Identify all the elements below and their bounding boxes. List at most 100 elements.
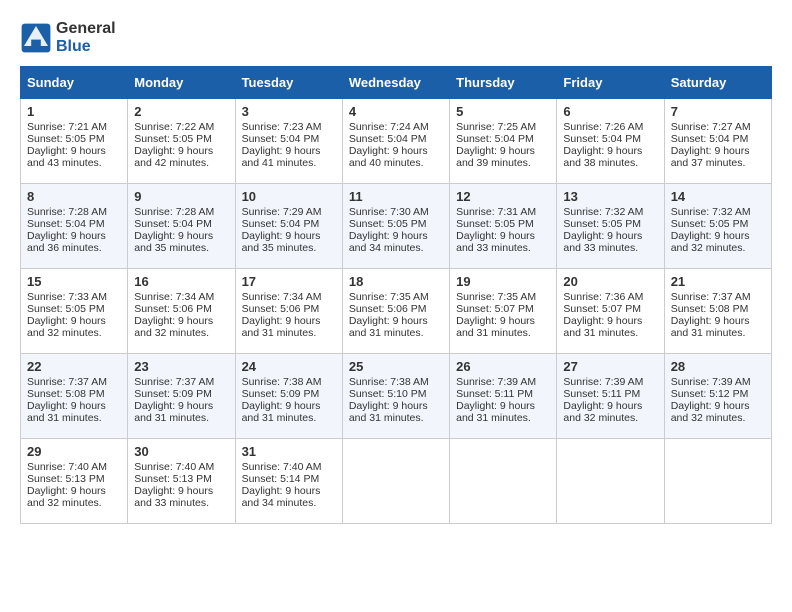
- day-number: 4: [349, 104, 443, 119]
- sunset-text: Sunset: 5:04 PM: [349, 133, 427, 145]
- table-row: 30 Sunrise: 7:40 AM Sunset: 5:13 PM Dayl…: [128, 439, 235, 524]
- daylight-text: Daylight: 9 hours and 32 minutes.: [671, 230, 750, 254]
- day-number: 15: [27, 274, 121, 289]
- table-row: 22 Sunrise: 7:37 AM Sunset: 5:08 PM Dayl…: [21, 354, 128, 439]
- day-number: 29: [27, 444, 121, 459]
- sunrise-text: Sunrise: 7:37 AM: [134, 376, 214, 388]
- day-number: 11: [349, 189, 443, 204]
- table-row: [557, 439, 664, 524]
- sunrise-text: Sunrise: 7:27 AM: [671, 121, 751, 133]
- sunrise-text: Sunrise: 7:37 AM: [671, 291, 751, 303]
- day-number: 23: [134, 359, 228, 374]
- table-row: 12 Sunrise: 7:31 AM Sunset: 5:05 PM Dayl…: [450, 184, 557, 269]
- daylight-text: Daylight: 9 hours and 31 minutes.: [349, 400, 428, 424]
- daylight-text: Daylight: 9 hours and 31 minutes.: [671, 315, 750, 339]
- sunrise-text: Sunrise: 7:35 AM: [349, 291, 429, 303]
- day-number: 12: [456, 189, 550, 204]
- day-number: 21: [671, 274, 765, 289]
- sunset-text: Sunset: 5:06 PM: [242, 303, 320, 315]
- col-tuesday: Tuesday: [235, 67, 342, 99]
- daylight-text: Daylight: 9 hours and 34 minutes.: [242, 485, 321, 509]
- table-row: 5 Sunrise: 7:25 AM Sunset: 5:04 PM Dayli…: [450, 99, 557, 184]
- daylight-text: Daylight: 9 hours and 32 minutes.: [134, 315, 213, 339]
- daylight-text: Daylight: 9 hours and 31 minutes.: [134, 400, 213, 424]
- table-row: 9 Sunrise: 7:28 AM Sunset: 5:04 PM Dayli…: [128, 184, 235, 269]
- sunrise-text: Sunrise: 7:38 AM: [242, 376, 322, 388]
- daylight-text: Daylight: 9 hours and 32 minutes.: [671, 400, 750, 424]
- sunset-text: Sunset: 5:09 PM: [134, 388, 212, 400]
- sunrise-text: Sunrise: 7:32 AM: [563, 206, 643, 218]
- sunrise-text: Sunrise: 7:36 AM: [563, 291, 643, 303]
- day-number: 24: [242, 359, 336, 374]
- day-number: 31: [242, 444, 336, 459]
- calendar-table: Sunday Monday Tuesday Wednesday Thursday…: [20, 66, 772, 524]
- day-number: 8: [27, 189, 121, 204]
- daylight-text: Daylight: 9 hours and 32 minutes.: [27, 485, 106, 509]
- logo-icon: [20, 22, 52, 54]
- sunset-text: Sunset: 5:14 PM: [242, 473, 320, 485]
- table-row: 29 Sunrise: 7:40 AM Sunset: 5:13 PM Dayl…: [21, 439, 128, 524]
- sunrise-text: Sunrise: 7:37 AM: [27, 376, 107, 388]
- sunrise-text: Sunrise: 7:28 AM: [134, 206, 214, 218]
- calendar-row: 22 Sunrise: 7:37 AM Sunset: 5:08 PM Dayl…: [21, 354, 772, 439]
- day-number: 13: [563, 189, 657, 204]
- daylight-text: Daylight: 9 hours and 40 minutes.: [349, 145, 428, 169]
- sunset-text: Sunset: 5:05 PM: [27, 133, 105, 145]
- day-number: 18: [349, 274, 443, 289]
- day-number: 19: [456, 274, 550, 289]
- table-row: [450, 439, 557, 524]
- daylight-text: Daylight: 9 hours and 33 minutes.: [134, 485, 213, 509]
- table-row: 15 Sunrise: 7:33 AM Sunset: 5:05 PM Dayl…: [21, 269, 128, 354]
- sunrise-text: Sunrise: 7:31 AM: [456, 206, 536, 218]
- table-row: 19 Sunrise: 7:35 AM Sunset: 5:07 PM Dayl…: [450, 269, 557, 354]
- daylight-text: Daylight: 9 hours and 31 minutes.: [456, 315, 535, 339]
- table-row: 10 Sunrise: 7:29 AM Sunset: 5:04 PM Dayl…: [235, 184, 342, 269]
- sunrise-text: Sunrise: 7:40 AM: [242, 461, 322, 473]
- sunset-text: Sunset: 5:05 PM: [27, 303, 105, 315]
- table-row: 7 Sunrise: 7:27 AM Sunset: 5:04 PM Dayli…: [664, 99, 771, 184]
- day-number: 14: [671, 189, 765, 204]
- sunrise-text: Sunrise: 7:23 AM: [242, 121, 322, 133]
- day-number: 17: [242, 274, 336, 289]
- table-row: 31 Sunrise: 7:40 AM Sunset: 5:14 PM Dayl…: [235, 439, 342, 524]
- day-number: 30: [134, 444, 228, 459]
- calendar-row: 1 Sunrise: 7:21 AM Sunset: 5:05 PM Dayli…: [21, 99, 772, 184]
- sunset-text: Sunset: 5:07 PM: [456, 303, 534, 315]
- sunrise-text: Sunrise: 7:39 AM: [671, 376, 751, 388]
- sunset-text: Sunset: 5:05 PM: [563, 218, 641, 230]
- sunrise-text: Sunrise: 7:35 AM: [456, 291, 536, 303]
- page-header: General Blue: [20, 20, 772, 56]
- table-row: 26 Sunrise: 7:39 AM Sunset: 5:11 PM Dayl…: [450, 354, 557, 439]
- day-number: 9: [134, 189, 228, 204]
- table-row: [664, 439, 771, 524]
- col-thursday: Thursday: [450, 67, 557, 99]
- table-row: 3 Sunrise: 7:23 AM Sunset: 5:04 PM Dayli…: [235, 99, 342, 184]
- sunrise-text: Sunrise: 7:28 AM: [27, 206, 107, 218]
- sunset-text: Sunset: 5:04 PM: [563, 133, 641, 145]
- day-number: 10: [242, 189, 336, 204]
- table-row: 8 Sunrise: 7:28 AM Sunset: 5:04 PM Dayli…: [21, 184, 128, 269]
- table-row: 25 Sunrise: 7:38 AM Sunset: 5:10 PM Dayl…: [342, 354, 449, 439]
- daylight-text: Daylight: 9 hours and 31 minutes.: [242, 400, 321, 424]
- sunset-text: Sunset: 5:05 PM: [671, 218, 749, 230]
- header-row: Sunday Monday Tuesday Wednesday Thursday…: [21, 67, 772, 99]
- sunset-text: Sunset: 5:04 PM: [134, 218, 212, 230]
- sunset-text: Sunset: 5:13 PM: [134, 473, 212, 485]
- table-row: 14 Sunrise: 7:32 AM Sunset: 5:05 PM Dayl…: [664, 184, 771, 269]
- sunset-text: Sunset: 5:11 PM: [563, 388, 640, 400]
- day-number: 5: [456, 104, 550, 119]
- sunrise-text: Sunrise: 7:32 AM: [671, 206, 751, 218]
- sunrise-text: Sunrise: 7:33 AM: [27, 291, 107, 303]
- sunset-text: Sunset: 5:04 PM: [242, 218, 320, 230]
- sunrise-text: Sunrise: 7:24 AM: [349, 121, 429, 133]
- table-row: 11 Sunrise: 7:30 AM Sunset: 5:05 PM Dayl…: [342, 184, 449, 269]
- sunset-text: Sunset: 5:06 PM: [134, 303, 212, 315]
- logo-general: General: [56, 20, 116, 37]
- daylight-text: Daylight: 9 hours and 41 minutes.: [242, 145, 321, 169]
- daylight-text: Daylight: 9 hours and 31 minutes.: [242, 315, 321, 339]
- sunset-text: Sunset: 5:13 PM: [27, 473, 105, 485]
- daylight-text: Daylight: 9 hours and 38 minutes.: [563, 145, 642, 169]
- sunset-text: Sunset: 5:12 PM: [671, 388, 749, 400]
- table-row: 20 Sunrise: 7:36 AM Sunset: 5:07 PM Dayl…: [557, 269, 664, 354]
- sunset-text: Sunset: 5:09 PM: [242, 388, 320, 400]
